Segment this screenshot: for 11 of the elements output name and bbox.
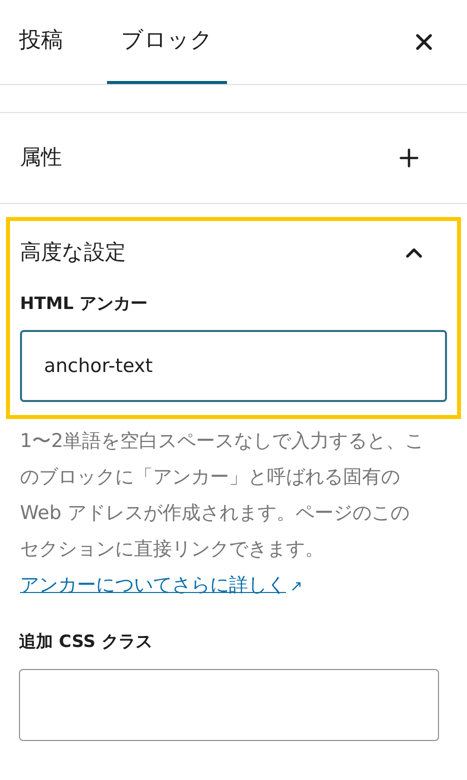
input-field[interactable]: anchor-text xyxy=(20,330,447,402)
field-label: 追加 CSS クラス xyxy=(19,630,154,654)
tab[interactable]: 投稿 xyxy=(5,0,77,84)
external-link-icon: ↗ xyxy=(290,576,303,594)
learn-more-link[interactable]: アンカーについてさらに詳しく xyxy=(20,574,286,596)
panel-header[interactable]: 高度な設定 xyxy=(20,221,447,284)
field-label: HTML アンカー xyxy=(20,293,148,316)
tab[interactable]: ブロック xyxy=(107,0,227,84)
input-field[interactable] xyxy=(19,669,439,741)
panel-header[interactable]: 属性 xyxy=(20,113,447,203)
help-text: 1〜2単語を空白スペースなしで入力すると、このブロックに「アンカー」と呼ばれる固有の Web アドレスが作成されます。ページのこのセクションに直接リンクできます。 アンカーについてさらに詳しく ↗ xyxy=(19,428,426,598)
